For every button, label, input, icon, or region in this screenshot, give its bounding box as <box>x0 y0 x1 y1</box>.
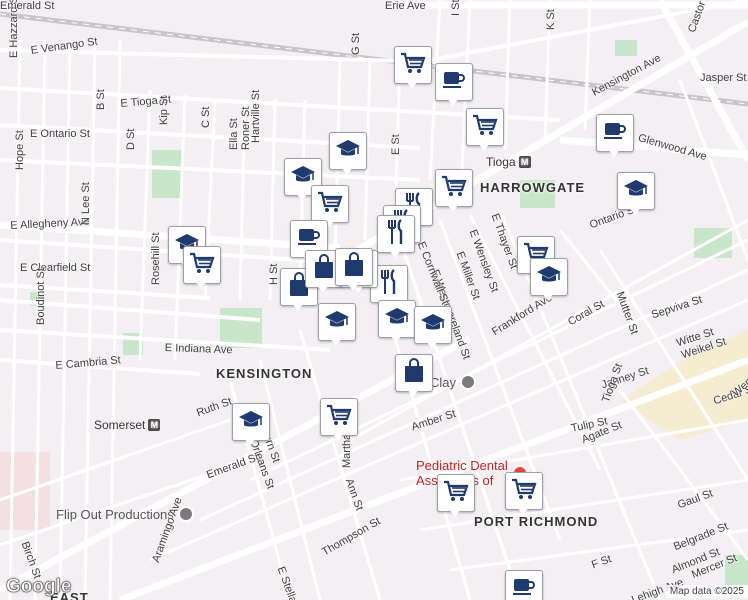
map-marker[interactable] <box>414 306 452 350</box>
map-marker[interactable] <box>377 215 415 259</box>
street-label: D St <box>125 128 137 150</box>
shopping-cart-icon <box>400 51 426 79</box>
metro-icon: M <box>518 156 531 168</box>
graduation-cap-icon <box>536 264 562 290</box>
graduation-cap-icon <box>324 309 350 335</box>
area-label-kensington: KENSINGTON <box>216 366 313 381</box>
graduation-cap-icon <box>335 138 361 164</box>
map-marker[interactable] <box>378 300 416 344</box>
map-marker[interactable] <box>394 46 432 90</box>
street-label: E Ontario St <box>30 128 90 140</box>
transit-station-somerset[interactable]: Somerset M <box>94 418 161 432</box>
shopping-cart-icon <box>441 174 467 202</box>
google-logo: Google <box>6 576 72 598</box>
map-marker[interactable] <box>329 132 367 176</box>
poi-label: Pediatric Dental <box>416 458 508 473</box>
map-attribution: Map data ©2025 <box>665 585 748 598</box>
street-label: Jasper St <box>700 72 747 84</box>
transit-station-tioga[interactable]: Tioga M <box>486 155 531 169</box>
coffee-cup-icon <box>603 120 627 146</box>
map-marker[interactable] <box>435 169 473 213</box>
street-label: Hartville St <box>250 89 262 143</box>
coffee-cup-icon <box>297 226 321 252</box>
map-marker[interactable] <box>530 258 568 302</box>
area-label-port-richmond: PORT RICHMOND <box>474 514 599 529</box>
graduation-cap-icon <box>623 178 649 204</box>
map-marker[interactable] <box>395 354 433 398</box>
map-marker[interactable] <box>183 246 221 290</box>
graduation-cap-icon <box>238 409 264 435</box>
map-marker[interactable] <box>617 172 655 216</box>
shopping-cart-icon <box>326 403 352 431</box>
poi-label: Flip Out Productions <box>56 506 174 522</box>
coffee-cup-icon <box>512 576 536 600</box>
map-marker[interactable] <box>318 303 356 347</box>
street-label: H St <box>268 263 280 285</box>
coffee-cup-icon <box>442 69 466 95</box>
street-label: Ella St <box>228 118 240 150</box>
shopping-cart-icon <box>472 113 498 141</box>
street-label: E Clearfield St <box>20 262 91 274</box>
shopping-cart-icon <box>443 479 469 507</box>
map-canvas[interactable]: HARROWGATE KENSINGTON PORT RICHMOND EAST… <box>0 0 748 600</box>
street-label: E Indiana Ave <box>164 342 233 357</box>
street-label: N Lee St <box>80 182 92 225</box>
shopping-cart-icon <box>189 251 215 279</box>
shopping-cart-icon <box>317 190 343 218</box>
map-marker[interactable] <box>335 248 373 292</box>
restaurant-icon <box>378 269 400 299</box>
map-marker[interactable] <box>435 63 473 107</box>
graduation-cap-icon <box>384 306 410 332</box>
map-marker[interactable] <box>505 472 543 516</box>
metro-icon: M <box>148 419 161 431</box>
map-marker[interactable] <box>320 398 358 442</box>
map-marker[interactable] <box>466 108 504 152</box>
shopping-bag-icon <box>343 252 365 282</box>
map-marker[interactable] <box>596 114 634 158</box>
street-label: Kip St <box>158 95 170 125</box>
restaurant-icon <box>385 219 407 249</box>
map-marker[interactable] <box>437 474 475 518</box>
transit-label: Somerset <box>94 418 146 432</box>
area-label-harrowgate: HARROWGATE <box>480 180 586 195</box>
map-marker[interactable] <box>232 403 270 447</box>
shopping-bag-icon <box>403 358 425 388</box>
transit-label: Tioga <box>486 155 516 169</box>
street-label: Emerald St <box>0 0 55 12</box>
shopping-cart-icon <box>511 477 537 505</box>
street-label: Erie Ave <box>385 0 426 12</box>
poi-label: Clay <box>430 374 457 390</box>
street-label: Boudinot St <box>35 268 47 325</box>
street-label: B St <box>95 89 107 110</box>
place-pin-icon <box>460 374 477 390</box>
street-label: C St <box>200 106 212 128</box>
poi-clay[interactable]: Clay <box>430 374 477 390</box>
street-label: Rosehill St <box>150 232 162 285</box>
street-label: Hope St <box>14 130 26 170</box>
street-label: I St <box>450 0 462 16</box>
street-label: E St <box>390 134 402 155</box>
street-label: K St <box>545 9 557 30</box>
street-label: G St <box>350 32 362 55</box>
shopping-bag-icon <box>313 254 335 284</box>
map-marker[interactable] <box>505 570 543 600</box>
graduation-cap-icon <box>420 312 446 338</box>
